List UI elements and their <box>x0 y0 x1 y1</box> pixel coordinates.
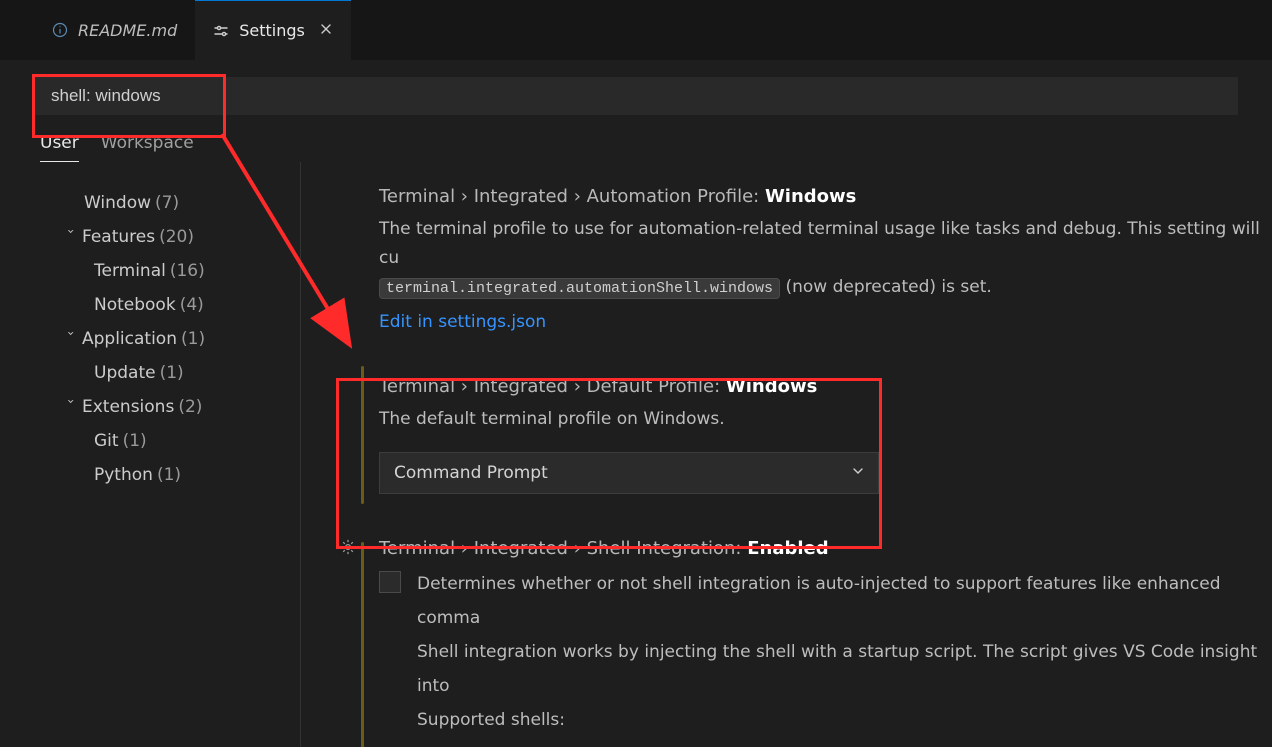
tab-bar: README.md Settings <box>0 0 1272 61</box>
scope-user[interactable]: User <box>40 133 79 162</box>
setting-title: Terminal › Integrated › Shell Integratio… <box>379 538 1272 559</box>
tree-window[interactable]: Window(7) <box>0 186 300 220</box>
tab-settings[interactable]: Settings <box>195 0 351 60</box>
settings-search-input[interactable] <box>49 85 1223 107</box>
settings-search-wrap <box>0 61 1272 115</box>
settings-scope: User Workspace <box>0 115 1272 162</box>
code-literal: terminal.integrated.automationShell.wind… <box>379 278 780 299</box>
setting-description: The default terminal profile on Windows. <box>379 405 1272 434</box>
tree-update[interactable]: Update(1) <box>0 356 300 390</box>
tree-application[interactable]: ›Application(1) <box>0 322 300 356</box>
setting-title: Terminal › Integrated › Default Profile:… <box>379 376 1272 397</box>
setting-description: Determines whether or not shell integrat… <box>417 567 1272 747</box>
default-profile-dropdown[interactable]: Command Prompt <box>379 452 879 494</box>
supported-shell-item: Linux/macOS: bash, fish, pwsh, zsh <box>455 743 1272 747</box>
sliders-icon <box>213 23 229 39</box>
tree-features[interactable]: ›Features(20) <box>0 220 300 254</box>
gear-icon[interactable] <box>339 538 357 561</box>
settings-content: Window(7) ›Features(20) Terminal(16) Not… <box>0 162 1272 747</box>
setting-description: The terminal profile to use for automati… <box>379 215 1272 302</box>
tree-notebook[interactable]: Notebook(4) <box>0 288 300 322</box>
setting-title: Terminal › Integrated › Automation Profi… <box>379 186 1272 207</box>
info-icon <box>52 22 68 38</box>
modified-indicator <box>361 366 364 504</box>
setting-automation-profile-windows: Terminal › Integrated › Automation Profi… <box>361 186 1272 332</box>
tree-terminal[interactable]: Terminal(16) <box>0 254 300 288</box>
chevron-down-icon: › <box>59 229 83 247</box>
dropdown-value: Command Prompt <box>394 463 548 483</box>
tab-readme[interactable]: README.md <box>0 0 195 60</box>
chevron-down-icon: › <box>59 331 83 349</box>
chevron-down-icon <box>852 465 864 481</box>
edit-in-settings-json-link[interactable]: Edit in settings.json <box>379 312 546 332</box>
chevron-down-icon: › <box>59 399 83 417</box>
tree-git[interactable]: Git(1) <box>0 424 300 458</box>
setting-shell-integration-enabled: Terminal › Integrated › Shell Integratio… <box>361 538 1272 747</box>
settings-tree: Window(7) ›Features(20) Terminal(16) Not… <box>0 162 301 747</box>
tab-readme-label: README.md <box>78 21 177 40</box>
tree-python[interactable]: Python(1) <box>0 458 300 492</box>
close-icon[interactable] <box>319 22 333 40</box>
settings-list: Terminal › Integrated › Automation Profi… <box>301 162 1272 747</box>
modified-indicator <box>361 542 364 747</box>
shell-integration-checkbox[interactable] <box>379 571 401 593</box>
tab-settings-label: Settings <box>239 21 305 40</box>
settings-search[interactable] <box>34 77 1238 115</box>
tree-extensions[interactable]: ›Extensions(2) <box>0 390 300 424</box>
scope-workspace[interactable]: Workspace <box>101 133 194 162</box>
setting-default-profile-windows: Terminal › Integrated › Default Profile:… <box>361 362 1272 508</box>
